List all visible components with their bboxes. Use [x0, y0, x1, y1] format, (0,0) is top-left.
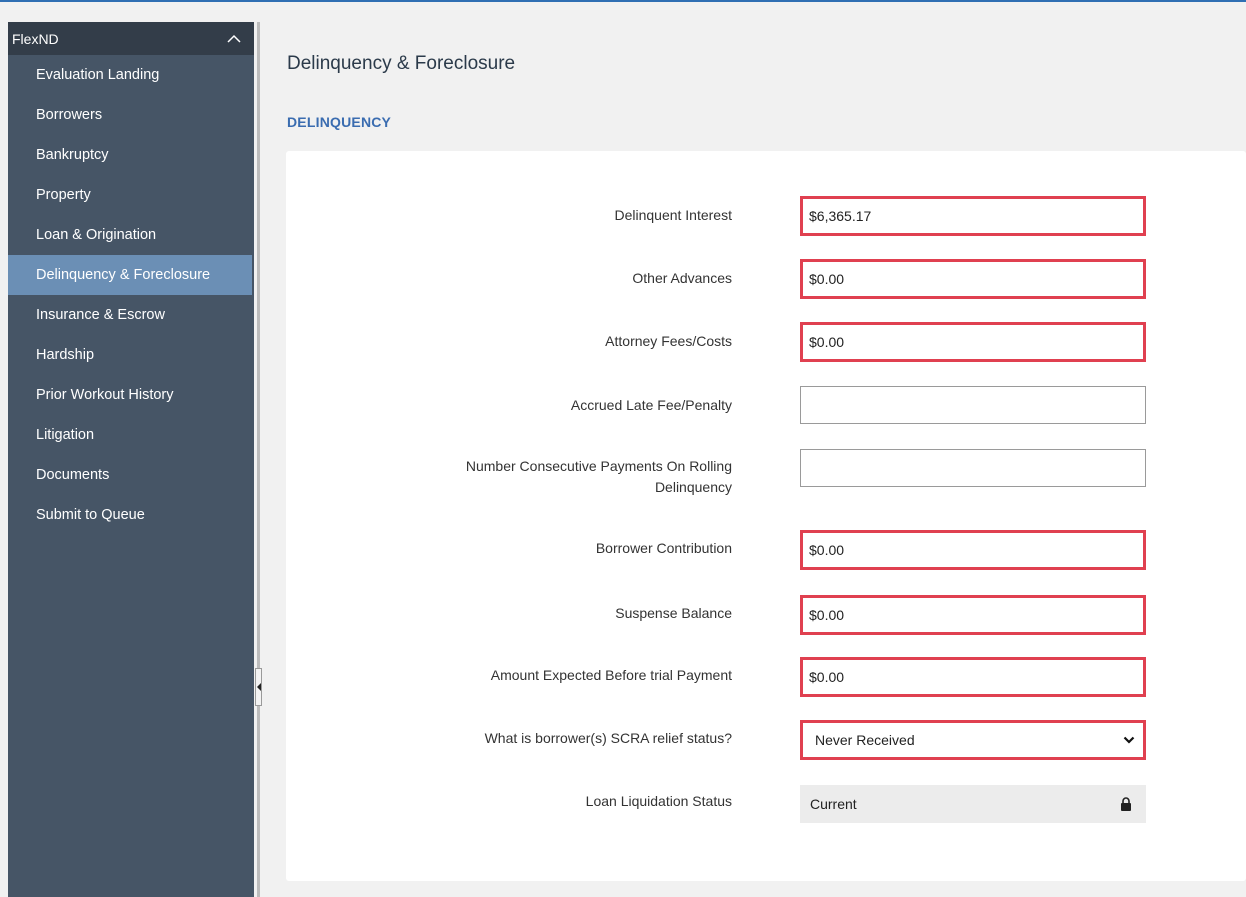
page-title: Delinquency & Foreclosure	[287, 53, 516, 74]
sidebar-item-insurance-escrow[interactable]: Insurance & Escrow	[8, 295, 252, 335]
sidebar-item-label: Documents	[36, 467, 110, 483]
chevron-up-icon[interactable]	[226, 33, 242, 45]
consecutive-payments-label-line2: Delinquency	[654, 479, 732, 495]
amount-expected-value: $0.00	[809, 669, 845, 685]
sidebar-item-label: Evaluation Landing	[36, 67, 160, 83]
attorney-fees-value: $0.00	[809, 334, 845, 350]
sidebar-item-label: Litigation	[36, 427, 95, 443]
sidebar-item-submit-to-queue[interactable]: Submit to Queue	[8, 495, 252, 535]
loan-liquidation-value: Current	[810, 796, 857, 812]
chevron-down-icon	[1123, 736, 1135, 744]
suspense-balance-field[interactable]: $0.00	[800, 595, 1146, 635]
accrued-late-fee-field[interactable]	[800, 386, 1146, 424]
amount-expected-label: Amount Expected Before trial Payment	[490, 667, 732, 683]
consecutive-payments-label: Number Consecutive Payments On Rolling D…	[466, 456, 732, 498]
delinquent-interest-field[interactable]: $6,365.17	[800, 196, 1146, 236]
sidebar-item-property[interactable]: Property	[8, 175, 252, 215]
collapse-left-icon	[257, 683, 261, 691]
loan-liquidation-field: Current	[800, 785, 1146, 823]
consecutive-payments-label-line1: Number Consecutive Payments On Rolling	[465, 458, 732, 474]
sidebar-item-prior-workout-history[interactable]: Prior Workout History	[8, 375, 252, 415]
suspense-balance-label: Suspense Balance	[615, 605, 732, 621]
sidebar-item-label: Hardship	[36, 347, 95, 363]
sidebar-item-evaluation-landing[interactable]: Evaluation Landing	[8, 55, 252, 95]
lock-icon	[1121, 797, 1131, 811]
sidebar-item-loan-origination[interactable]: Loan & Origination	[8, 215, 252, 255]
delinquency-form-card: Delinquent Interest $6,365.17 Other Adva…	[286, 151, 1246, 881]
sidebar-header[interactable]: FlexND	[8, 22, 254, 55]
sidebar-item-bankruptcy[interactable]: Bankruptcy	[8, 135, 252, 175]
sidebar-item-delinquency-foreclosure[interactable]: Delinquency & Foreclosure	[8, 255, 252, 295]
other-advances-label: Other Advances	[632, 270, 732, 286]
sidebar-item-documents[interactable]: Documents	[8, 455, 252, 495]
amount-expected-field[interactable]: $0.00	[800, 657, 1146, 697]
top-accent-line	[0, 0, 1246, 2]
sidebar-item-label: Delinquency & Foreclosure	[36, 267, 211, 283]
loan-liquidation-label: Loan Liquidation Status	[585, 793, 732, 809]
sidebar-item-borrowers[interactable]: Borrowers	[8, 95, 252, 135]
delinquent-interest-label: Delinquent Interest	[614, 207, 732, 223]
sidebar-collapse-handle[interactable]	[255, 668, 262, 706]
sidebar-item-label: Borrowers	[36, 107, 103, 123]
consecutive-payments-field[interactable]	[800, 449, 1146, 487]
scra-status-value: Never Received	[815, 732, 915, 748]
sidebar-item-label: Submit to Queue	[36, 507, 145, 523]
sidebar-item-label: Bankruptcy	[36, 147, 109, 163]
scra-status-select[interactable]: Never Received	[800, 720, 1146, 760]
borrower-contribution-value: $0.00	[809, 542, 845, 558]
borrower-contribution-field[interactable]: $0.00	[800, 530, 1146, 570]
suspense-balance-value: $0.00	[809, 607, 845, 623]
sidebar-item-label: Property	[36, 187, 91, 203]
sidebar-item-litigation[interactable]: Litigation	[8, 415, 252, 455]
section-title: DELINQUENCY	[287, 114, 392, 130]
sidebar-splitter[interactable]	[257, 22, 260, 897]
sidebar: FlexND Evaluation Landing Borrowers Bank…	[8, 22, 254, 897]
sidebar-title: FlexND	[12, 30, 59, 47]
sidebar-item-label: Insurance & Escrow	[36, 307, 165, 323]
attorney-fees-field[interactable]: $0.00	[800, 322, 1146, 362]
sidebar-item-hardship[interactable]: Hardship	[8, 335, 252, 375]
sidebar-item-label: Loan & Origination	[36, 227, 157, 243]
other-advances-value: $0.00	[809, 271, 845, 287]
sidebar-item-label: Prior Workout History	[36, 387, 174, 403]
scra-status-label: What is borrower(s) SCRA relief status?	[484, 730, 732, 746]
other-advances-field[interactable]: $0.00	[800, 259, 1146, 299]
accrued-late-fee-label: Accrued Late Fee/Penalty	[570, 397, 732, 413]
attorney-fees-label: Attorney Fees/Costs	[605, 333, 732, 349]
delinquent-interest-value: $6,365.17	[809, 208, 872, 224]
borrower-contribution-label: Borrower Contribution	[595, 540, 732, 556]
